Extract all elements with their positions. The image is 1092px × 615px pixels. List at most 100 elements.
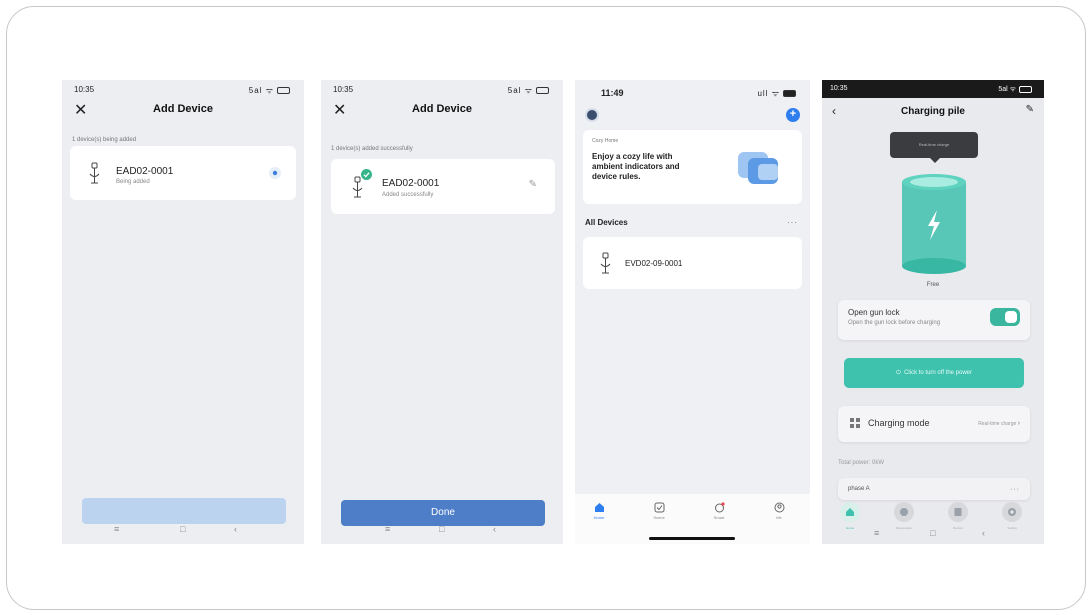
status-time: 10:35 (830, 85, 848, 92)
mode-tooltip: Real-time charge (890, 132, 978, 158)
device-status: Being added (116, 179, 150, 185)
battery-icon (783, 90, 796, 98)
device-name: EVD02-09-0001 (625, 259, 683, 268)
more-icon[interactable]: ··· (1010, 486, 1020, 493)
status-time: 10:35 (333, 85, 354, 94)
signal-icon: ull (757, 89, 769, 98)
gun-lock-toggle[interactable] (990, 308, 1020, 326)
tab-scene[interactable]: Scene (644, 502, 674, 520)
total-power: Total power: 0kW (838, 460, 885, 466)
promo-card[interactable]: Cozy Home Enjoy a cozy life with ambient… (583, 130, 802, 204)
battery-icon (536, 87, 549, 95)
charger-icon (89, 162, 100, 184)
tab-reservation[interactable] (894, 502, 914, 522)
page-title: Add Device (412, 103, 472, 115)
charging-mode-title: Charging mode (868, 418, 930, 428)
smart-icon (714, 502, 725, 513)
tab-me[interactable]: Me (764, 502, 794, 520)
status-bar: 10:35 5al ᯤ (822, 80, 1044, 98)
record-icon (954, 508, 962, 516)
home-illustration-icon (738, 152, 778, 184)
tab-label: Me (776, 515, 782, 520)
grid-icon (850, 418, 860, 428)
home-key[interactable]: □ (930, 528, 935, 538)
home-indicator (649, 537, 735, 540)
gun-lock-subtitle: Open the gun lock before charging (848, 320, 941, 326)
signal-icon: 5al (998, 86, 1008, 93)
signal-icon: 5al (507, 86, 522, 95)
device-name: EAD02-0001 (382, 178, 440, 189)
system-nav-bar: ≡ □ ‹ (822, 524, 1044, 544)
tab-label: Scene (653, 515, 665, 520)
chevron-right-icon: › (1017, 420, 1020, 427)
tab-smart[interactable]: Smart (704, 502, 734, 520)
home-icon (594, 503, 604, 512)
nav-bar: ‹ Charging pile ✎ (822, 102, 1044, 122)
tab-home[interactable]: Home (584, 502, 614, 520)
scene-icon (654, 502, 664, 513)
home-key[interactable]: □ (439, 524, 444, 534)
status-icons: ull ᯤ (757, 88, 796, 99)
more-icon[interactable]: ··· (787, 218, 798, 227)
status-time: 11:49 (601, 88, 624, 98)
page-title: Add Device (153, 103, 213, 115)
status-icons: 5al ᯤ (998, 85, 1032, 94)
pile-state: Free (926, 282, 940, 288)
back-key[interactable]: ‹ (982, 528, 985, 538)
device-card[interactable]: EVD02-09-0001 (583, 237, 802, 289)
menu-key[interactable]: ≡ (385, 524, 390, 534)
power-icon: ⏻ (895, 370, 901, 376)
tab-setting[interactable] (1002, 502, 1022, 522)
menu-key[interactable]: ≡ (874, 528, 879, 538)
device-status: Added successfully (382, 192, 434, 198)
promo-label: Cozy Home (592, 138, 619, 144)
status-bar: 10:35 5al ᯤ (62, 80, 304, 98)
device-card[interactable]: EAD02-0001 Being added (70, 146, 296, 200)
phone-add-device-adding: 10:35 5al ᯤ ✕ Add Device 1 device(s) bei… (62, 80, 304, 544)
tab-label: Home (593, 515, 605, 520)
promo-text: Enjoy a cozy life with ambient indicator… (592, 152, 680, 181)
tab-label: Smart (713, 515, 725, 520)
charging-mode-value: Real-time charge › (978, 420, 1020, 427)
status-time: 10:35 (74, 85, 95, 94)
edit-icon[interactable]: ✎ (529, 179, 537, 190)
gear-icon (1008, 508, 1016, 516)
tab-record[interactable] (948, 502, 968, 522)
mode-value-text: Real-time charge (978, 421, 1017, 427)
gun-lock-title: Open gun lock (848, 308, 900, 317)
check-icon (361, 169, 372, 180)
home-icon (846, 508, 854, 516)
phone-home: 11:49 ull ᯤ + Cozy Home Enjoy a cozy lif… (575, 80, 810, 544)
signal-icon: 5al (248, 86, 263, 95)
device-name: EAD02-0001 (116, 166, 174, 177)
add-device-button[interactable]: + (786, 108, 800, 122)
back-key[interactable]: ‹ (234, 524, 237, 534)
bottom-tab-bar: Home Scene Smart Me (575, 494, 810, 544)
edit-icon[interactable]: ✎ (1026, 104, 1034, 115)
clock-icon (900, 508, 908, 516)
system-nav-bar: ≡ □ ‹ (62, 518, 304, 544)
avatar[interactable] (585, 108, 599, 122)
charging-cylinder-icon (902, 174, 966, 274)
tab-home[interactable] (840, 502, 860, 522)
battery-icon (277, 87, 290, 95)
device-card[interactable]: EAD02-0001 Added successfully ✎ (331, 159, 555, 214)
phase-label: phase A (848, 486, 870, 492)
tooltip-tail (930, 158, 940, 163)
nav-bar: ✕ Add Device (62, 100, 304, 122)
charging-mode-row[interactable]: Charging mode Real-time charge › (838, 406, 1030, 442)
power-off-button[interactable]: ⏻ Click to turn off the power (844, 358, 1024, 388)
battery-icon (1019, 85, 1032, 93)
back-key[interactable]: ‹ (493, 524, 496, 534)
profile-icon (774, 502, 784, 513)
loading-icon (269, 167, 281, 179)
home-key[interactable]: □ (180, 524, 185, 534)
status-icons: 5al ᯤ (508, 85, 549, 96)
gun-lock-card: Open gun lock Open the gun lock before c… (838, 300, 1030, 340)
menu-key[interactable]: ≡ (114, 524, 119, 534)
all-devices-heading: All Devices (585, 218, 628, 227)
success-note: 1 device(s) added successfully (331, 146, 413, 152)
phone-charging-pile: 10:35 5al ᯤ ‹ Charging pile ✎ Real-time … (822, 80, 1044, 544)
nav-bar: ✕ Add Device (321, 100, 563, 122)
phone-add-device-success: 10:35 5al ᯤ ✕ Add Device 1 device(s) add… (321, 80, 563, 544)
